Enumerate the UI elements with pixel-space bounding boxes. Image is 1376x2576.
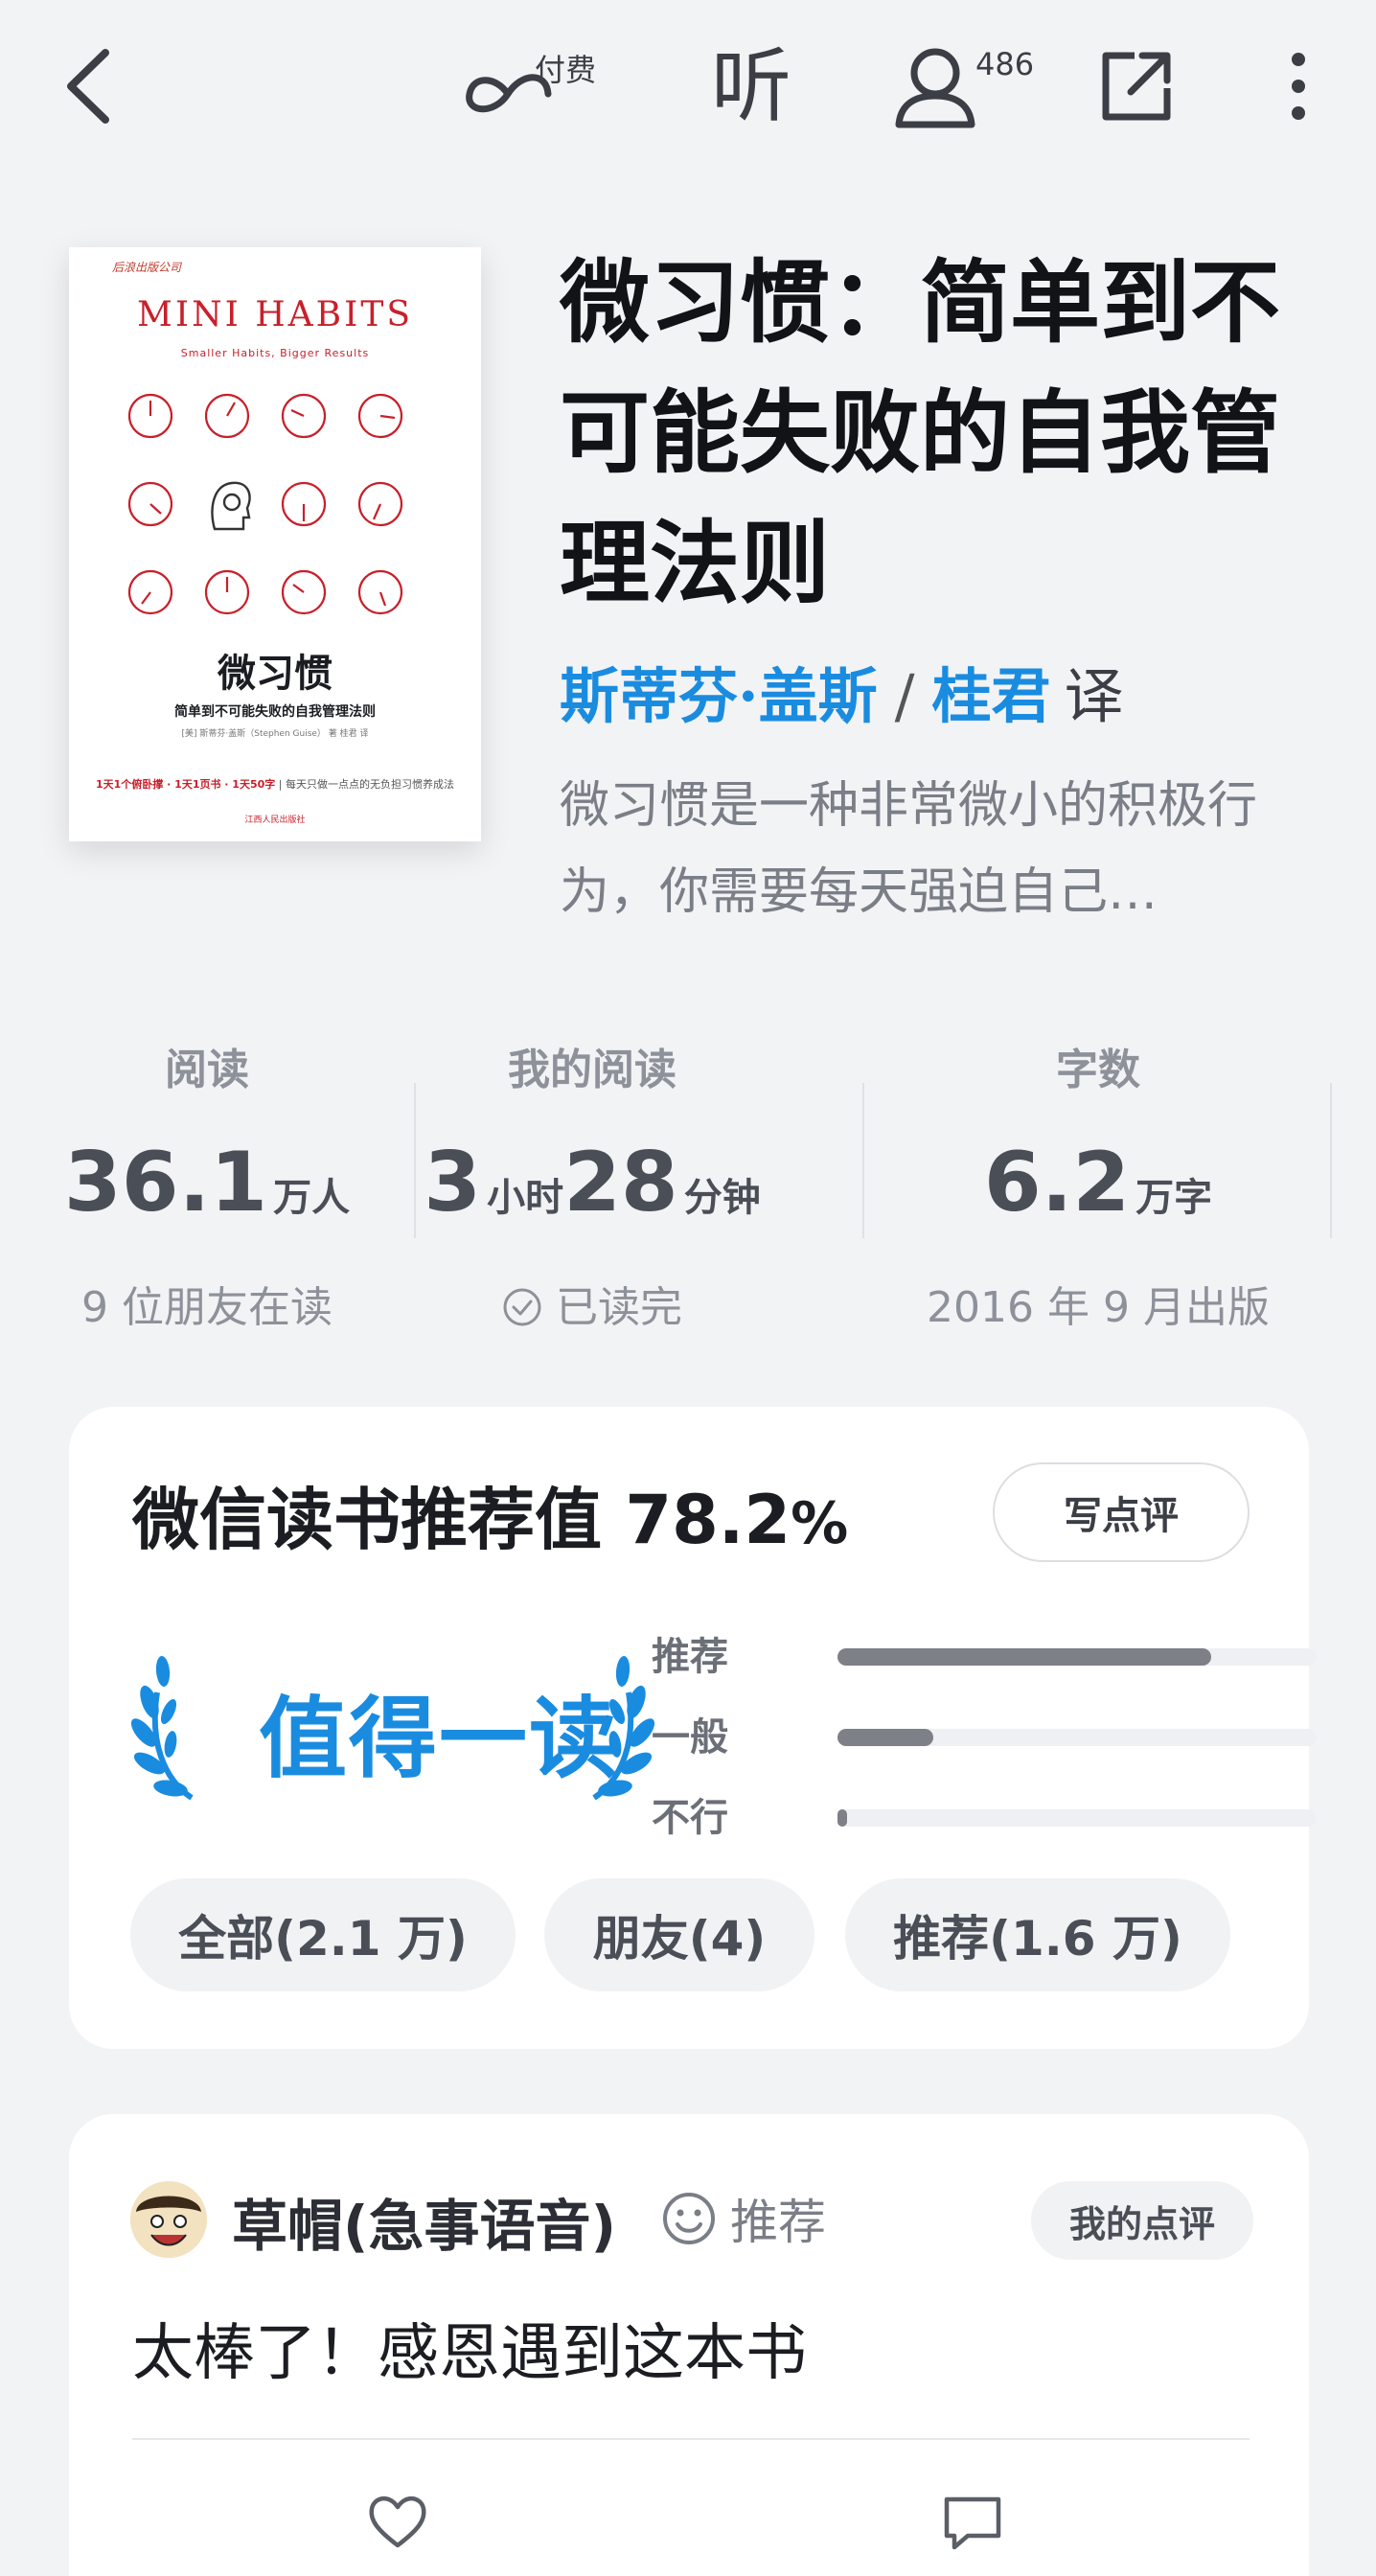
cover-title-en: MINI HABITS <box>137 295 413 334</box>
laurel-left-icon <box>130 1656 194 1801</box>
stat-word-count-value: 6.2 万字 <box>878 1135 1319 1230</box>
filter-all[interactable]: 全部(2.1 万) <box>130 1878 516 1991</box>
cover-title-cn: 微习惯 <box>218 651 333 696</box>
reading-stats: 阅读 36.1 万人 9 位朋友在读 我的阅读 3 小时28 分钟 已读完 字数 6.… <box>0 1035 1376 1332</box>
rating-bar-label: 推荐 <box>652 1635 728 1679</box>
stat-divider <box>862 1083 864 1238</box>
cover-tagline-rest: 每天只做一点点的无负担习惯养成法 <box>285 778 454 791</box>
more-button[interactable] <box>1265 38 1332 134</box>
book-cover[interactable]: 后浪出版公司 MINI HABITS Smaller Habits, Bigge… <box>69 247 481 841</box>
stat-my-reading[interactable]: 我的阅读 3 小时28 分钟 已读完 <box>372 1035 813 1334</box>
stat-hours: 3 <box>424 1135 482 1230</box>
like-button[interactable] <box>364 2488 431 2555</box>
divider <box>132 2438 1250 2440</box>
smile-icon <box>663 2193 715 2244</box>
user-avatar-icon <box>130 2181 207 2258</box>
stat-my-reading-value: 3 小时28 分钟 <box>372 1135 813 1230</box>
rating-bars: 推荐 一般 不行 <box>652 1616 1317 1857</box>
rating-title-text: 微信读书推荐值 78.2 <box>132 1481 791 1559</box>
worth-reading-label: 值得一读 <box>259 1688 620 1790</box>
filter-recommend[interactable]: 推荐(1.6 万) <box>845 1878 1230 1991</box>
rating-bar-label: 一般 <box>652 1715 728 1760</box>
clock-grid-illustration <box>127 393 403 615</box>
cover-subtitle-en: Smaller Habits, Bigger Results <box>180 347 370 359</box>
rating-bar-neutral: 一般 <box>652 1696 1317 1777</box>
stat-word-count[interactable]: 字数 6.2 万字 2016 年 9 月出版 <box>878 1035 1319 1334</box>
stat-publish-date: 2016 年 9 月出版 <box>927 1283 1270 1332</box>
stat-word-count-unit: 万字 <box>1135 1176 1213 1220</box>
back-button[interactable] <box>50 38 126 134</box>
stat-readers-unit: 万人 <box>273 1176 351 1220</box>
rating-bar-fill <box>837 1729 933 1746</box>
laurel-right-icon <box>592 1656 655 1801</box>
more-vertical-icon <box>1292 53 1305 120</box>
share-external-icon <box>1102 52 1171 121</box>
person-icon <box>895 48 975 128</box>
translator-role: 译 <box>1064 661 1124 731</box>
review-verdict: 推荐 <box>661 2185 826 2252</box>
rating-card: 微信读书推荐值 78.2% 写点评 值得一读 推荐 一般 不行 全部(2.1 万… <box>69 1407 1317 2049</box>
byline-separator: / <box>894 661 915 731</box>
review-filter-tabs: 全部(2.1 万) 朋友(4) 推荐(1.6 万) <box>130 1878 1261 1993</box>
check-circle-icon <box>503 1288 541 1326</box>
cover-tagline: 1天1个俯卧撑 · 1天1页书 · 1天50字 | 每天只做一点点的无负担习惯养… <box>96 778 454 791</box>
translator-link[interactable]: 桂君 <box>931 661 1050 731</box>
listen-button[interactable]: 听 <box>705 36 797 136</box>
rating-bar-recommend: 推荐 <box>652 1616 1317 1696</box>
book-intro[interactable]: 微习惯是一种非常微小的积极行为，你需要每天强迫自己… <box>560 763 1303 935</box>
paid-listen-button[interactable]: 付费 <box>460 38 623 134</box>
rating-bar-track <box>837 1648 1317 1666</box>
reviewer-name[interactable]: 草帽(急事语音) <box>232 2181 616 2262</box>
my-review-badge[interactable]: 我的点评 <box>1031 2181 1253 2260</box>
chevron-left-icon <box>67 49 109 124</box>
cover-subtitle-cn: 简单到不可能失败的自我管理法则 <box>174 704 376 720</box>
readers-button[interactable]: 486 <box>891 38 1044 134</box>
rating-title: 微信读书推荐值 78.2% <box>132 1466 848 1563</box>
filter-friends[interactable]: 朋友(4) <box>544 1878 814 1991</box>
review-text[interactable]: 太棒了！感恩遇到这本书 <box>132 2304 807 2392</box>
readers-count: 486 <box>975 46 1035 82</box>
stat-readers-footer: 9 位朋友在读 <box>81 1283 333 1332</box>
review-card: 草帽(急事语音) 推荐 我的点评 太棒了！感恩遇到这本书 <box>69 2114 1309 2576</box>
stat-readers-number: 36.1 <box>63 1135 268 1230</box>
comment-icon <box>944 2496 1001 2550</box>
rating-bar-label: 不行 <box>652 1796 728 1840</box>
stat-minutes: 28 <box>563 1135 678 1230</box>
rating-bar-bad: 不行 <box>652 1777 1317 1857</box>
stat-finished-label: 已读完 <box>556 1283 682 1332</box>
rating-bar-fill <box>837 1648 1211 1666</box>
stat-minutes-unit: 分钟 <box>683 1176 761 1220</box>
rating-bar-track <box>837 1729 1317 1746</box>
worth-reading-badge: 值得一读 <box>125 1644 661 1807</box>
share-button[interactable] <box>1090 38 1182 134</box>
cover-tagline-red: 1天1个俯卧撑 · 1天1页书 · 1天50字 <box>96 778 276 791</box>
paid-label: 付费 <box>535 52 597 88</box>
heart-icon <box>369 2496 426 2548</box>
cover-press: 江西人民出版社 <box>244 816 306 825</box>
stat-hours-unit: 小时 <box>487 1176 564 1220</box>
stat-my-reading-footer: 已读完 <box>372 1273 813 1334</box>
book-byline: 斯蒂芬·盖斯 / 桂君译 <box>560 648 1124 734</box>
review-verdict-label: 推荐 <box>730 2195 826 2250</box>
avatar[interactable] <box>130 2181 207 2258</box>
stat-readers-label: 阅读 <box>165 1046 249 1094</box>
comment-button[interactable] <box>939 2490 1006 2557</box>
cover-publisher: 后浪出版公司 <box>112 261 182 274</box>
stat-my-reading-label: 我的阅读 <box>508 1046 677 1094</box>
write-review-button[interactable]: 写点评 <box>993 1462 1250 1562</box>
author-link[interactable]: 斯蒂芬·盖斯 <box>560 661 878 731</box>
stat-readers[interactable]: 阅读 36.1 万人 9 位朋友在读 <box>0 1035 427 1334</box>
rating-percent-sign: % <box>791 1490 849 1557</box>
stat-divider <box>1330 1083 1332 1238</box>
book-title: 微习惯：简单到不可能失败的自我管理法则 <box>560 250 1281 616</box>
stat-word-count-label: 字数 <box>1056 1046 1140 1094</box>
rating-bar-fill <box>837 1809 847 1827</box>
rating-bar-track <box>837 1809 1317 1827</box>
stat-readers-value: 36.1 万人 <box>0 1135 427 1230</box>
stat-word-count-number: 6.2 <box>983 1135 1131 1230</box>
top-bar: 付费 听 486 <box>0 0 1376 182</box>
cover-author-line: [美] 斯蒂芬·盖斯（Stephen Guise） 著 桂君 译 <box>181 729 369 739</box>
